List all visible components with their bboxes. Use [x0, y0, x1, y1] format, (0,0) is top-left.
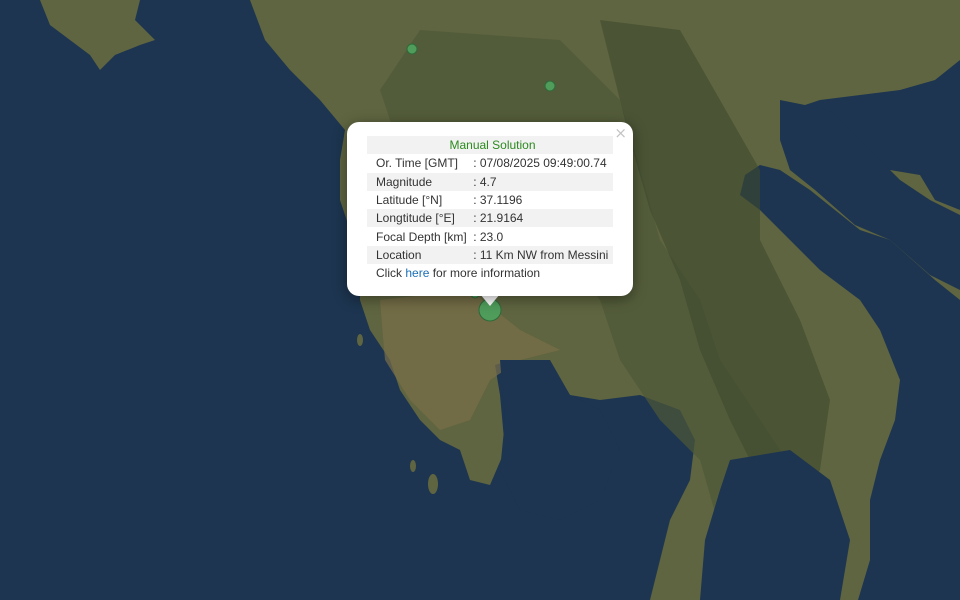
- popup-title: Manual Solution: [367, 136, 613, 155]
- row-value: : 21.9164: [471, 209, 613, 228]
- row-label: Magnitude: [367, 172, 472, 191]
- more-info-row: Click here for more information: [367, 264, 613, 282]
- row-value: : 11 Km NW from Messini: [471, 245, 613, 265]
- row-label: Latitude [°N]: [376, 193, 443, 208]
- table-row: Location : 11 Km NW from Messini: [367, 245, 613, 265]
- quake-marker-small-2[interactable]: [544, 80, 556, 92]
- row-value: : 4.7: [471, 172, 613, 191]
- more-info-prefix: Click: [376, 266, 406, 281]
- table-row: Longtitude [°E] : 21.9164: [367, 209, 613, 228]
- quake-marker-small-1[interactable]: [406, 43, 418, 55]
- table-row: Or. Time [GMT] : 07/08/2025 09:49:00.74: [367, 154, 613, 172]
- more-info-suffix: for more information: [429, 266, 541, 281]
- earthquake-popup: × Manual Solution Or. Time [GMT] : 07/08…: [347, 122, 633, 296]
- row-value: : 23.0: [473, 229, 504, 244]
- row-value: : 07/08/2025 09:49:00.74: [473, 156, 607, 171]
- table-row: Focal Depth [km] : 23.0: [367, 227, 613, 245]
- more-info-link[interactable]: here: [405, 266, 429, 280]
- row-label: Focal Depth [km]: [376, 229, 467, 244]
- row-value: : 37.1196: [473, 193, 523, 208]
- table-row: Magnitude : 4.7: [367, 172, 613, 191]
- quake-info-table: Manual Solution Or. Time [GMT] : 07/08/2…: [367, 136, 613, 282]
- close-icon[interactable]: ×: [614, 124, 627, 142]
- island-small-1: [428, 474, 438, 494]
- island-small-4: [357, 334, 363, 346]
- row-label: Longtitude [°E]: [367, 209, 472, 228]
- island-small-2: [410, 460, 416, 472]
- row-label: Or. Time [GMT]: [376, 156, 459, 171]
- table-row: Latitude [°N] : 37.1196: [367, 191, 613, 209]
- row-label: Location: [367, 245, 472, 265]
- more-info-text: Click here for more information: [367, 264, 613, 282]
- popup-title-row: Manual Solution: [367, 136, 613, 155]
